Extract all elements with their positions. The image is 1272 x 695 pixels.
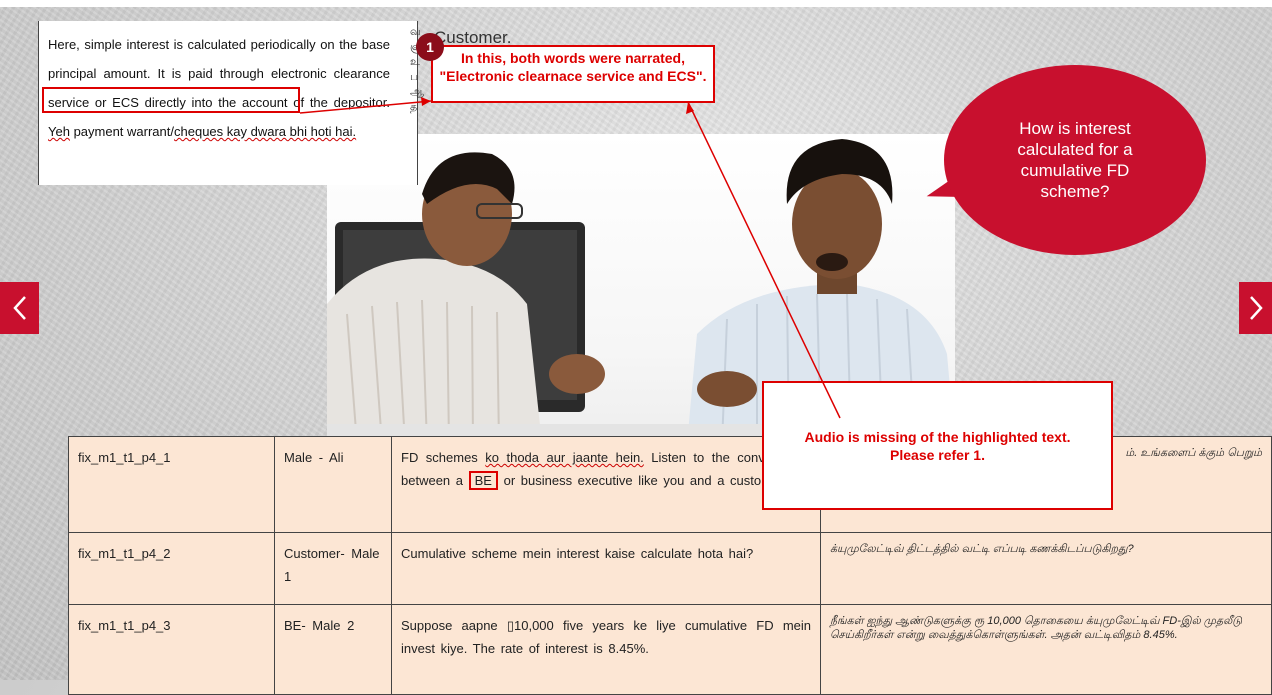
doc-text-yeh: Yeh bbox=[48, 124, 70, 139]
table-row: fix_m1_t1_p4_2 Customer- Male 1 Cumulati… bbox=[68, 532, 1272, 605]
be-highlight: BE bbox=[468, 471, 498, 490]
row-tamil: நீங்கள் ஐந்து ஆண்டுகளுக்கு ரூ 10,000 தொக… bbox=[820, 604, 1272, 695]
speech-bubble: How is interest calculated for a cumulat… bbox=[944, 65, 1206, 255]
audio-missing-note: Audio is missing of the highlighted text… bbox=[762, 381, 1113, 510]
row-english: FD schemes ko thoda aur jaante hein. Lis… bbox=[391, 436, 821, 533]
row-id: fix_m1_t1_p4_1 bbox=[68, 436, 275, 533]
chevron-right-icon bbox=[1249, 296, 1263, 320]
row-english-hinglish: ko thoda aur jaante hein. bbox=[485, 450, 644, 465]
row-speaker: BE- Male 2 bbox=[274, 604, 392, 695]
row-speaker: Male - Ali bbox=[274, 436, 392, 533]
chevron-left-icon bbox=[12, 296, 26, 320]
narration-callout: In this, both words were narrated, "Elec… bbox=[431, 45, 715, 103]
ecs-highlight-box bbox=[42, 87, 300, 113]
top-strip bbox=[0, 0, 1272, 7]
table-row: fix_m1_t1_p4_3 BE- Male 2 Suppose aapne … bbox=[68, 604, 1272, 695]
row-id: fix_m1_t1_p4_2 bbox=[68, 532, 275, 605]
row-english-end: or business executive like you and a cus… bbox=[503, 473, 787, 488]
prev-button[interactable] bbox=[0, 282, 39, 334]
row-id: fix_m1_t1_p4_3 bbox=[68, 604, 275, 695]
row-tamil: க்யுமுலேட்டிவ் திட்டத்தில் வட்டி எப்படி … bbox=[820, 532, 1272, 605]
row-english-start: Cumulative scheme bbox=[401, 546, 518, 561]
row-speaker: Customer- Male 1 bbox=[274, 532, 392, 605]
doc-text-hinglish: cheques kay dwara bhi hoti hai. bbox=[174, 124, 357, 139]
next-button[interactable] bbox=[1239, 282, 1272, 334]
callout-badge: 1 bbox=[416, 33, 444, 61]
row-english: Cumulative scheme mein interest kaise ca… bbox=[391, 532, 821, 605]
row-english: Suppose aapne ▯10,000 five years ke liye… bbox=[391, 604, 821, 695]
doc-text-tail: payment warrant/ bbox=[73, 124, 174, 139]
bubble-question: How is interest calculated for a cumulat… bbox=[1017, 119, 1133, 201]
audio-missing-text: Audio is missing of the highlighted text… bbox=[804, 428, 1071, 463]
row-english-hinglish: mein interest kaise calculate hota hai? bbox=[522, 546, 754, 561]
row-english-start: FD schemes bbox=[401, 450, 478, 465]
